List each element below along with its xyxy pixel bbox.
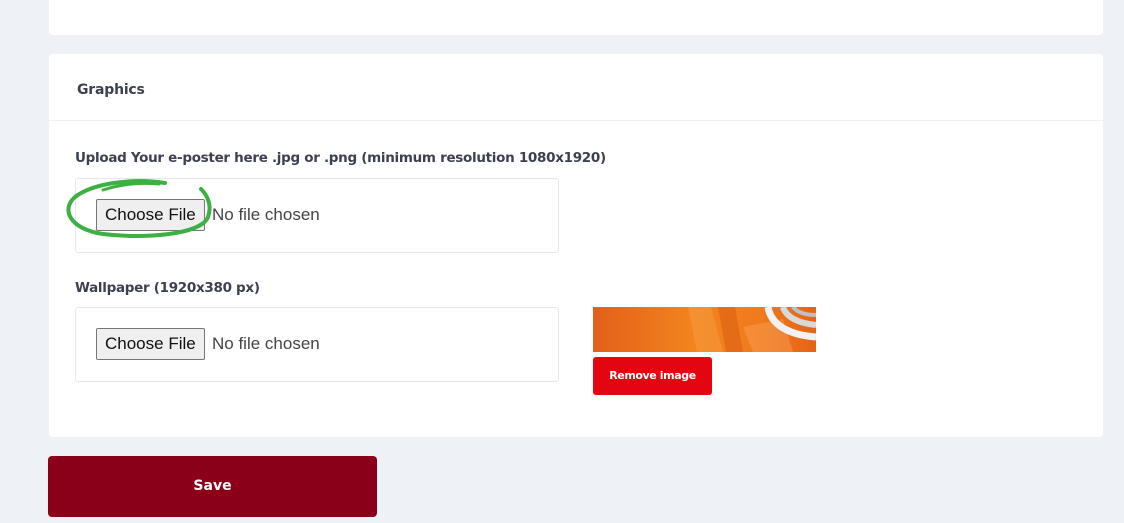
poster-choose-file-button[interactable]: Choose File <box>96 199 205 231</box>
graphics-card-header: Graphics <box>49 54 1103 121</box>
wallpaper-file-input[interactable]: Choose File No file chosen <box>75 307 559 382</box>
wallpaper-upload-label: Wallpaper (1920x380 px) <box>75 280 260 296</box>
poster-upload-label: Upload Your e-poster here .jpg or .png (… <box>75 150 606 166</box>
wallpaper-file-status: No file chosen <box>212 334 320 353</box>
wallpaper-choose-file-button[interactable]: Choose File <box>96 328 205 360</box>
wallpaper-preview-image <box>593 307 816 352</box>
previous-section-card <box>49 0 1103 35</box>
poster-file-input[interactable]: Choose File No file chosen <box>75 178 559 253</box>
graphics-section-title: Graphics <box>77 82 145 98</box>
graphics-card: Graphics Upload Your e-poster here .jpg … <box>49 54 1103 437</box>
remove-image-button[interactable]: Remove image <box>593 357 712 395</box>
save-button[interactable]: Save <box>48 456 377 517</box>
poster-file-status: No file chosen <box>212 205 320 224</box>
